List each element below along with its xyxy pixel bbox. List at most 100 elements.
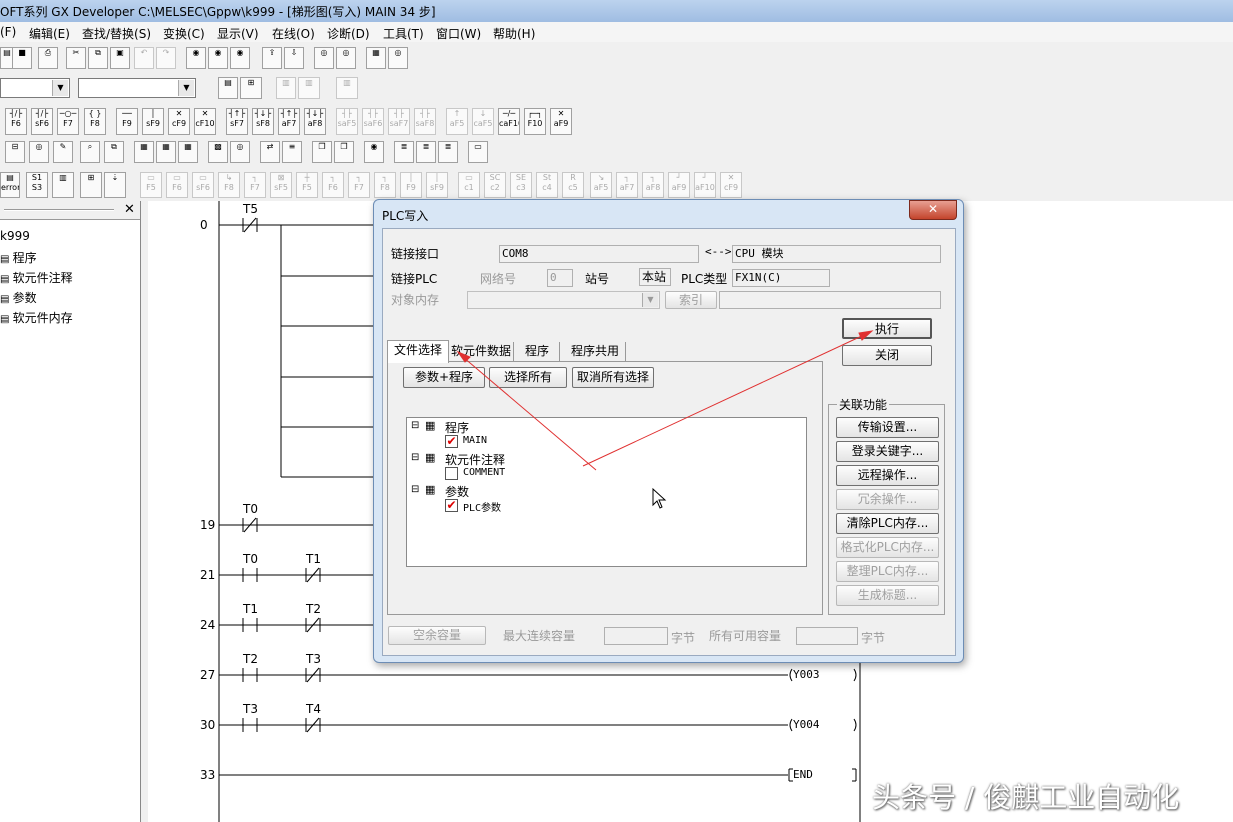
write-mode-icon[interactable]: ✎ bbox=[53, 141, 73, 163]
read-plc-icon[interactable]: ⇩ bbox=[284, 47, 304, 69]
zoom-icon[interactable]: ◎ bbox=[230, 141, 250, 163]
sfc-key-f8b[interactable]: ┐ F8 bbox=[374, 172, 396, 198]
device-list-icon[interactable]: ▦ bbox=[134, 141, 154, 163]
menu-window[interactable]: 窗口(W) bbox=[436, 25, 481, 42]
ladder-key-sf7[interactable]: ┤↑├ sF7 bbox=[226, 108, 248, 135]
tab-file-select[interactable]: 文件选择 bbox=[387, 340, 449, 363]
data-combo[interactable]: ▼ bbox=[78, 78, 196, 98]
error-icon[interactable]: ▤ error bbox=[0, 172, 20, 198]
menu-tools[interactable]: 工具(T) bbox=[383, 25, 424, 42]
sfc-key-af8[interactable]: ┐ aF8 bbox=[642, 172, 664, 198]
ladder-key-af9[interactable]: ✕ aF9 bbox=[550, 108, 572, 135]
close-button[interactable]: 关闭 bbox=[842, 345, 932, 366]
ladder-key-sf6[interactable]: ┤/├ sF6 bbox=[31, 108, 53, 135]
remote-operation-button[interactable]: 远程操作... bbox=[836, 465, 939, 486]
collapse-icon[interactable]: ⊟ bbox=[411, 484, 419, 495]
main-checkbox[interactable]: ✔ bbox=[445, 435, 458, 448]
search-instruction-icon[interactable]: ◉ bbox=[208, 47, 228, 69]
ladder-key-cf9[interactable]: ✕ cF9 bbox=[168, 108, 190, 135]
deselect-all-button[interactable]: 取消所有选择 bbox=[572, 367, 654, 388]
ladder-key-f6[interactable]: ┤/├ F6 bbox=[5, 108, 27, 135]
redo-icon[interactable]: ↷ bbox=[156, 47, 176, 69]
tree-item-device-memory[interactable]: ▤ 软元件内存 bbox=[0, 309, 73, 326]
menu-file[interactable]: (F) bbox=[0, 25, 16, 39]
device-comment-icon[interactable]: ▦ bbox=[156, 141, 176, 163]
menu-online[interactable]: 在线(O) bbox=[272, 25, 315, 42]
window-cascade-icon[interactable]: ❐ bbox=[312, 141, 332, 163]
sfc-key-c3[interactable]: SE c3 bbox=[510, 172, 532, 198]
menu-edit[interactable]: 编辑(E) bbox=[29, 25, 70, 42]
window-tile-icon[interactable]: ❐ bbox=[334, 141, 354, 163]
target-memory-select[interactable]: ▼ bbox=[467, 291, 660, 309]
step-icon[interactable]: ≣ bbox=[394, 141, 414, 163]
ladder-mode-icon[interactable]: ⊟ bbox=[5, 141, 25, 163]
sfc-step-icon[interactable]: S1 S3 bbox=[26, 172, 48, 198]
arrange-plc-memory-button[interactable]: 整理PLC内存... bbox=[836, 561, 939, 582]
sfc-key-sf5[interactable]: ⊠ sF5 bbox=[270, 172, 292, 198]
device-batch-icon[interactable]: ▦ bbox=[366, 47, 386, 69]
register-keyword-button[interactable]: 登录关键字... bbox=[836, 441, 939, 462]
comment-checkbox[interactable] bbox=[445, 467, 458, 480]
sfc-list-icon[interactable]: ⊞ bbox=[80, 172, 102, 198]
device-memory-icon[interactable]: ▦ bbox=[178, 141, 198, 163]
sfc-key-af7[interactable]: ┐ aF7 bbox=[616, 172, 638, 198]
tab-program-common[interactable]: 程序共用 bbox=[565, 342, 626, 361]
generate-title-button[interactable]: 生成标题... bbox=[836, 585, 939, 606]
sfc-key-cf9[interactable]: ✕ cF9 bbox=[720, 172, 742, 198]
grip-bar[interactable] bbox=[4, 209, 114, 211]
close-icon[interactable]: ✕ bbox=[124, 202, 135, 217]
menu-help[interactable]: 帮助(H) bbox=[493, 25, 535, 42]
list-icon[interactable]: ▤ bbox=[218, 77, 238, 99]
menu-diagnose[interactable]: 诊断(D) bbox=[327, 25, 370, 42]
sfc-key-f7[interactable]: ┐ F7 bbox=[244, 172, 266, 198]
monitor-mode-icon[interactable]: ◎ bbox=[29, 141, 49, 163]
ladder-key-saf8[interactable]: ┤├ saF8 bbox=[414, 108, 436, 135]
sfc-key-sf9[interactable]: │ sF9 bbox=[426, 172, 448, 198]
search-device-icon[interactable]: ◉ bbox=[186, 47, 206, 69]
menu-view[interactable]: 显示(V) bbox=[217, 25, 259, 42]
undo-icon[interactable]: ↶ bbox=[134, 47, 154, 69]
ladder-key-f10[interactable]: ┌─┐ F10 bbox=[524, 108, 546, 135]
sfc-key-af10[interactable]: ┘ aF10 bbox=[694, 172, 716, 198]
sfc-key-f5[interactable]: ▭ F5 bbox=[140, 172, 162, 198]
statement-icon[interactable]: ▥ bbox=[298, 77, 320, 99]
batch-convert-icon[interactable]: ≡ bbox=[282, 141, 302, 163]
diagnose-icon[interactable]: ◉ bbox=[364, 141, 384, 163]
search-comment-icon[interactable]: ◉ bbox=[230, 47, 250, 69]
program-combo[interactable]: ▼ bbox=[0, 78, 70, 98]
sfc-key-sf6[interactable]: ▭ sF6 bbox=[192, 172, 214, 198]
display-icon[interactable]: ▭ bbox=[468, 141, 488, 163]
ladder-key-saf6[interactable]: ┤├ saF6 bbox=[362, 108, 384, 135]
select-all-button[interactable]: 选择所有 bbox=[489, 367, 567, 388]
copy-icon[interactable]: ⧉ bbox=[88, 47, 108, 69]
note-icon[interactable]: ▥ bbox=[336, 77, 358, 99]
ladder-key-cf10[interactable]: ✕ cF10 bbox=[194, 108, 216, 135]
convert-icon[interactable]: ⇄ bbox=[260, 141, 280, 163]
entry-monitor-icon[interactable]: ◎ bbox=[388, 47, 408, 69]
tree-item-program[interactable]: ▤ 程序 bbox=[0, 249, 37, 266]
sfc-key-c1[interactable]: ▭ c1 bbox=[458, 172, 480, 198]
ladder-key-f8[interactable]: { } F8 bbox=[84, 108, 106, 135]
free-space-button[interactable]: 空余容量 bbox=[388, 626, 486, 645]
tree-icon[interactable]: ⊞ bbox=[240, 77, 262, 99]
collapse-icon[interactable]: ⊟ bbox=[411, 452, 419, 463]
ladder-key-af8[interactable]: ┤↓├ aF8 bbox=[304, 108, 326, 135]
param-program-button[interactable]: 参数+程序 bbox=[403, 367, 485, 388]
ladder-key-saf7[interactable]: ┤├ saF7 bbox=[388, 108, 410, 135]
sfc-key-f9[interactable]: │ F9 bbox=[400, 172, 422, 198]
save-icon[interactable]: ■ bbox=[12, 47, 32, 69]
sfc-key-c5[interactable]: Rc5 bbox=[562, 172, 584, 198]
index-button[interactable]: 索引 bbox=[665, 291, 717, 309]
ladder-key-caf10[interactable]: ─/─caF10 bbox=[498, 108, 520, 135]
ladder-key-sf9[interactable]: │ sF9 bbox=[142, 108, 164, 135]
sfc-key-af5[interactable]: ↘ aF5 bbox=[590, 172, 612, 198]
sfc-key-c2[interactable]: SC c2 bbox=[484, 172, 506, 198]
close-icon[interactable]: ✕ bbox=[909, 200, 957, 220]
print-icon[interactable]: ⎙ bbox=[38, 47, 58, 69]
tab-device-data[interactable]: 软元件数据 bbox=[449, 342, 514, 361]
sfc-jump-icon[interactable]: ⇣ bbox=[104, 172, 126, 198]
sfc-block-icon[interactable]: ▥ bbox=[52, 172, 74, 198]
read-mode-icon[interactable]: ⌕ bbox=[80, 141, 100, 163]
plc-param-checkbox[interactable]: ✔ bbox=[445, 499, 458, 512]
comment-icon[interactable]: ▥ bbox=[276, 77, 296, 99]
